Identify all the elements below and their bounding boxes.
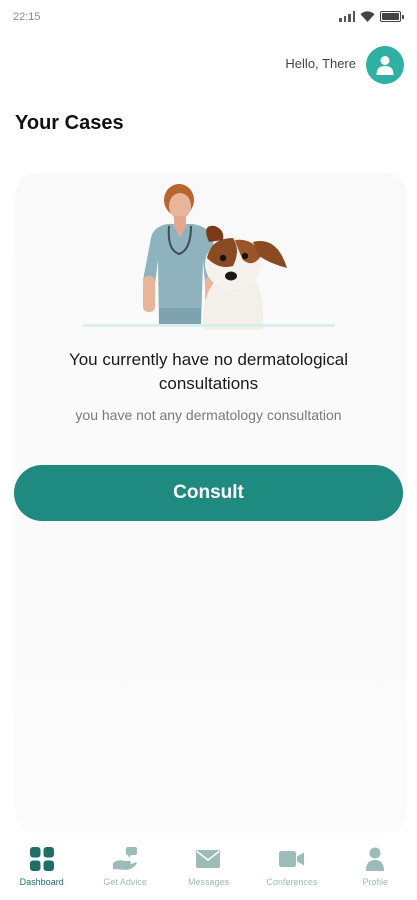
illustration-divider: [83, 324, 335, 327]
signal-icon: [339, 11, 355, 22]
nav-label-dashboard: Dashboard: [19, 877, 64, 887]
consult-button[interactable]: Consult: [14, 465, 403, 521]
nav-item-profile[interactable]: Profile: [335, 846, 415, 887]
video-camera-icon: [279, 851, 305, 867]
avatar-button[interactable]: [366, 46, 404, 84]
vet-dog-illustration: [143, 184, 287, 330]
bottom-navigation: Dashboard Get Advice Messages Conference…: [0, 836, 417, 900]
envelope-icon: [196, 850, 221, 868]
nav-item-get-advice[interactable]: Get Advice: [85, 846, 165, 887]
greeting-text: Hello, There: [285, 56, 356, 71]
empty-state-subtitle: you have not any dermatology consultatio…: [75, 407, 342, 423]
page-title: Your Cases: [15, 112, 124, 134]
empty-state-title: You currently have no dermatological con…: [68, 350, 349, 393]
nav-item-messages[interactable]: Messages: [168, 846, 248, 887]
status-time: 22:15: [13, 11, 41, 23]
profile-icon: [366, 847, 385, 871]
nav-label-conferences: Conferences: [266, 877, 318, 887]
wifi-icon: [360, 11, 375, 22]
user-icon: [376, 56, 394, 75]
status-icons: [339, 11, 404, 22]
advice-hand-icon: [113, 847, 138, 870]
nav-label-profile: Profile: [362, 877, 388, 887]
nav-label-messages: Messages: [187, 877, 229, 887]
nav-item-dashboard[interactable]: Dashboard: [2, 846, 82, 887]
dog-figure: [202, 225, 287, 330]
dashboard-grid-icon: [29, 847, 54, 871]
battery-icon: [380, 11, 404, 22]
status-bar: 22:15: [0, 0, 417, 38]
nav-label-get-advice: Get Advice: [103, 877, 147, 887]
nav-item-conferences[interactable]: Conferences: [252, 846, 332, 887]
